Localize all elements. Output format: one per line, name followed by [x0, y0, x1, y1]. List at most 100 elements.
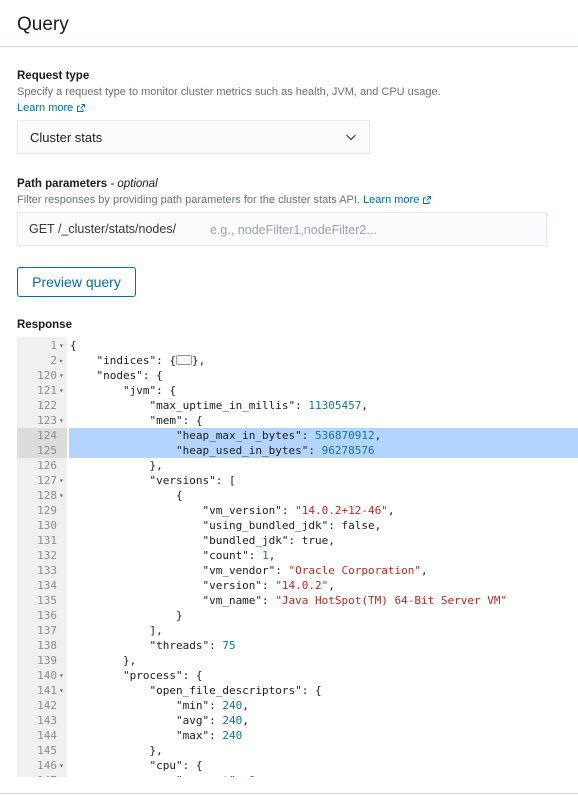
learn-more-label[interactable]: Learn more [17, 102, 73, 114]
folded-content-icon[interactable] [175, 355, 192, 365]
fold-collapse-icon[interactable]: ▾ [59, 413, 67, 428]
code-text: "vm_version": "14.0.2+12-46", [70, 503, 394, 518]
external-link-icon [77, 104, 86, 112]
json-token: "mem": { [70, 414, 203, 427]
code-text: "versions": [ [70, 473, 235, 488]
code-text: "heap_max_in_bytes": 536870912, [70, 428, 381, 443]
json-token: "version": [70, 579, 276, 592]
request-type-learn-more-link[interactable]: Learn more [17, 102, 86, 114]
json-token: }, [191, 354, 206, 367]
code-line: 133 "vm_vendor": "Oracle Corporation", [17, 563, 578, 578]
preview-query-button[interactable]: Preview query [17, 267, 136, 297]
json-token: "max": [70, 729, 223, 742]
code-line: 134 "version": "14.0.2", [17, 578, 578, 593]
request-type-selected-value[interactable]: Cluster stats [30, 130, 102, 145]
json-token: "open_file_descriptors": { [70, 684, 322, 697]
fold-collapse-icon[interactable]: ▾ [59, 683, 67, 698]
code-line: 126 }, [17, 458, 578, 473]
code-line: 1 ▾{ [17, 338, 578, 353]
code-text: "jvm": { [70, 383, 176, 398]
json-number: 96278576 [321, 444, 375, 457]
line-number: 139 [37, 654, 57, 667]
json-token: "count": [70, 549, 263, 562]
fold-collapse-icon[interactable]: ▾ [59, 668, 67, 683]
fold-collapse-icon[interactable]: ▾ [59, 368, 67, 383]
json-token: , [421, 564, 428, 577]
path-prefix: GET /_cluster/stats/nodes/ [29, 222, 177, 236]
request-type-select[interactable]: Cluster stats [17, 120, 370, 154]
code-text: "bundled_jdk": true, [70, 533, 334, 548]
json-token: , [268, 549, 276, 562]
json-token: , [361, 399, 369, 412]
line-number: 143 [37, 714, 57, 727]
line-number: 122 [37, 399, 57, 412]
path-parameters-help: Filter responses by providing path param… [17, 192, 537, 208]
code-line: 141 ▾ "open_file_descriptors": { [17, 683, 578, 698]
json-token: "max_uptime_in_millis": [70, 399, 309, 412]
code-text: "using_bundled_jdk": false, [70, 518, 381, 533]
code-line: 131 "bundled_jdk": true, [17, 533, 578, 548]
json-token: "heap_max_in_bytes": [70, 429, 316, 442]
json-token: "cpu": { [70, 759, 203, 772]
code-text: "vm_vendor": "Oracle Corporation", [70, 563, 428, 578]
line-number: 120 [37, 369, 57, 382]
fold-collapse-icon[interactable]: ▾ [59, 383, 67, 398]
json-string: "Java HotSpot(TM) 64-Bit Server VM" [275, 594, 508, 607]
json-token: }, [70, 459, 163, 472]
code-text: }, [70, 458, 163, 473]
line-number: 123 [37, 414, 57, 427]
json-token: { [70, 339, 77, 352]
line-number: 1 [50, 339, 57, 352]
code-text: "open_file_descriptors": { [70, 683, 322, 698]
json-token: "threads": [70, 639, 223, 652]
line-number: 136 [37, 609, 57, 622]
response-code-editor[interactable]: 1 ▾{2 ▸ "indices": {}, 120 ▾ "nodes": {121 ▾ … [17, 337, 578, 777]
code-text: "vm_name": "Java HotSpot(TM) 64-Bit Serv… [70, 593, 507, 608]
fold-collapse-icon[interactable]: ▾ [59, 488, 67, 503]
line-number: 144 [37, 729, 57, 742]
fold-collapse-icon[interactable]: ▾ [59, 758, 67, 773]
fold-collapse-icon[interactable]: ▾ [59, 338, 67, 353]
json-string: "14.0.2+12-46" [295, 504, 388, 517]
line-number: 2 [50, 354, 57, 367]
json-number: 536870912 [315, 429, 375, 442]
line-number: 130 [37, 519, 57, 532]
code-line: 123 ▾ "mem": { [17, 413, 578, 428]
code-line: 127 ▾ "versions": [ [17, 473, 578, 488]
line-number: 133 [37, 564, 57, 577]
code-text: "avg": 240, [70, 713, 249, 728]
code-line: 132 "count": 1, [17, 548, 578, 563]
json-token: , [328, 579, 335, 592]
code-text: } [70, 608, 183, 623]
divider [0, 793, 578, 794]
code-line: 124 "heap_max_in_bytes": 536870912, [17, 428, 578, 443]
fold-collapse-icon[interactable]: ▾ [59, 473, 67, 488]
line-number: 146 [37, 759, 57, 772]
learn-more-label[interactable]: Learn more [363, 194, 419, 206]
code-text: "process": { [70, 668, 202, 683]
code-line: 130 "using_bundled_jdk": false, [17, 518, 578, 533]
optional-tag: - optional [110, 178, 158, 190]
path-parameters-input[interactable] [208, 219, 532, 241]
json-token: }, [70, 744, 163, 757]
line-number: 125 [37, 444, 57, 457]
code-line: 143 "avg": 240, [17, 713, 578, 728]
json-token: "indices": { [70, 354, 176, 367]
code-line: 139 }, [17, 653, 578, 668]
flyout-header: Query [0, 0, 578, 47]
code-line: 136 } [17, 608, 578, 623]
json-token: "vm_version": [70, 504, 296, 517]
code-text: "min": 240, [70, 698, 249, 713]
json-token: , [374, 429, 382, 442]
code-text: "threads": 75 [70, 638, 235, 653]
line-number: 132 [37, 549, 57, 562]
json-string: "14.0.2" [275, 579, 329, 592]
path-parameters-field-group: GET /_cluster/stats/nodes/ [17, 212, 547, 246]
fold-expand-icon[interactable]: ▸ [59, 353, 67, 368]
line-number: 145 [37, 744, 57, 757]
code-text: "percent": 0 [70, 773, 255, 777]
json-token: "using_bundled_jdk": false, [70, 519, 382, 532]
json-token: "jvm": { [70, 384, 176, 397]
path-parameters-learn-more-link[interactable]: Learn more [363, 194, 432, 206]
code-line: 142 "min": 240, [17, 698, 578, 713]
